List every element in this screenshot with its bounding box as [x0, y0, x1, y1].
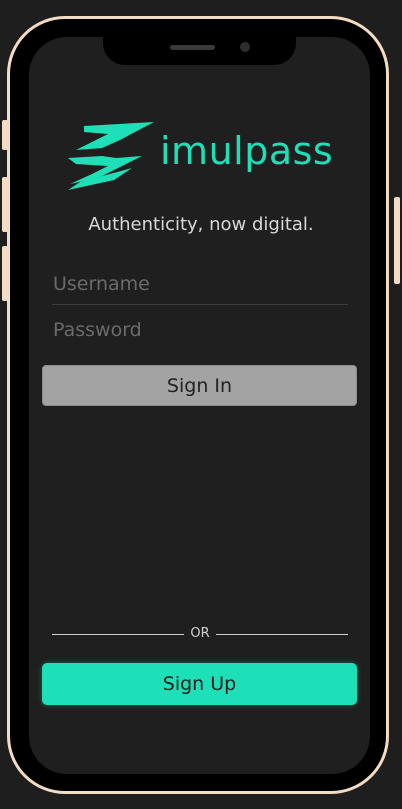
sign-in-label: Sign In	[166, 374, 233, 397]
stylized-s-icon	[68, 122, 154, 190]
sign-in-button[interactable]: Sign In	[42, 365, 357, 406]
speaker-grille	[170, 45, 215, 50]
front-camera	[240, 42, 250, 52]
divider-line-right	[216, 634, 348, 635]
sign-up-button[interactable]: Sign Up	[42, 663, 357, 705]
username-underline	[52, 304, 348, 305]
password-input[interactable]	[53, 313, 348, 347]
app-logo: imulpass	[62, 118, 352, 194]
username-input[interactable]	[53, 267, 348, 301]
page: imulpass Authenticity, now digital. Sign…	[0, 0, 402, 809]
power-button	[394, 197, 400, 284]
logo-wordmark: imulpass	[160, 129, 334, 173]
phone-notch	[103, 30, 296, 65]
or-divider: OR	[52, 625, 348, 643]
tagline: Authenticity, now digital.	[88, 214, 314, 235]
sign-up-label: Sign Up	[162, 673, 237, 695]
